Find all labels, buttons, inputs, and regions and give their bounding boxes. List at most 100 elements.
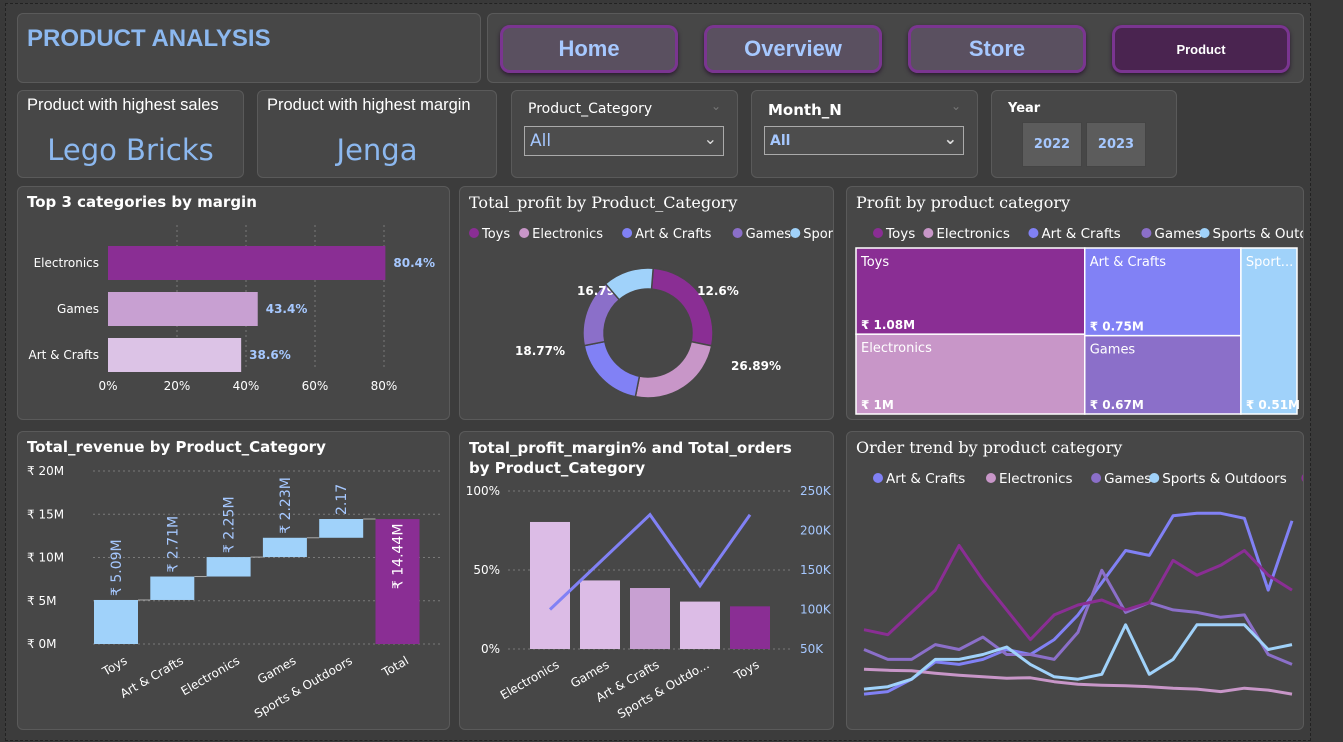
category-label: Electronics (178, 653, 242, 698)
legend-label: Games (1104, 471, 1151, 487)
kpi-label: Product with highest margin (267, 96, 471, 114)
slicer-label: Month_N (768, 101, 842, 119)
treemap-title: Profit by product category (856, 193, 1071, 212)
data-label: ₹ 5.09M (109, 539, 125, 596)
category-label: Toys (99, 653, 129, 679)
bar (630, 588, 670, 649)
bar (108, 246, 386, 280)
tick-label: 40% (233, 379, 260, 393)
tile-label: Toys (860, 255, 889, 270)
tick-label: ₹ 0M (27, 637, 56, 651)
tick-label: 100% (466, 484, 500, 498)
legend-label: Toys (481, 227, 510, 242)
combo-title: Total_profit_margin% and Total_orders by… (469, 439, 792, 477)
slicer-year: Year 2022 2023 (991, 90, 1177, 178)
chevron-down-icon: ⌄ (943, 129, 957, 148)
category-label: Games (57, 302, 99, 316)
slicer-product-category: Product_Category ⌄ All ⌄ (511, 90, 738, 178)
top3-panel: Top 3 categories by margin Electronics 80… (17, 186, 450, 420)
top3-title: Top 3 categories by margin (27, 193, 257, 211)
tick-label: ₹ 5M (27, 594, 56, 608)
tile-value: ₹ 0.51M (1246, 398, 1300, 412)
chevron-down-icon: ⌄ (710, 99, 721, 113)
bar (730, 606, 770, 649)
treemap-panel: Profit by product category Toys Electroni… (846, 186, 1304, 420)
page-title: PRODUCT ANALYSIS (27, 25, 271, 52)
legend-label: Art & Crafts (635, 227, 712, 242)
nav-button-product[interactable]: Product (1112, 25, 1290, 73)
nav-button-store[interactable]: Store (908, 25, 1086, 73)
tick-label: 20% (164, 379, 191, 393)
slicer-label: Year (1008, 101, 1041, 116)
legend-label: Electronics (936, 226, 1010, 242)
legend-marker (790, 228, 801, 238)
waterfall-chart: ₹ 0M ₹ 5M ₹ 10M ₹ 15M ₹ 20M ₹ 5.09M Toys ₹ 2.71… (27, 464, 443, 721)
data-label: ₹ 14.44M (391, 524, 407, 590)
category-label: Total (379, 653, 411, 680)
data-label: 80.4% (393, 256, 435, 270)
category-label: Toys (731, 657, 761, 683)
legend-marker (923, 228, 934, 238)
data-label: 12.6% (697, 284, 739, 298)
kpi-label: Product with highest sales (27, 96, 219, 114)
legend-marker (873, 473, 883, 483)
legend-label: Sports &... (803, 227, 833, 242)
waterfall-bar (319, 519, 364, 538)
nav-button-home[interactable]: Home (500, 25, 678, 73)
category-label: Art & Crafts (29, 348, 99, 362)
tick-label: 0% (481, 642, 500, 656)
data-label: 38.6% (249, 348, 291, 362)
data-label: 24.95% (567, 417, 617, 419)
legend-marker (1091, 473, 1102, 483)
category-dropdown[interactable]: All ⌄ (524, 126, 724, 156)
waterfall-bar (206, 557, 251, 577)
waterfall-bar (94, 599, 138, 644)
tile-value: ₹ 0.75M (1090, 320, 1144, 334)
tick-label: 50K (800, 642, 824, 656)
bar (580, 580, 620, 649)
legend-marker (1199, 228, 1210, 238)
legend-label: Sports & Outdoors (1162, 471, 1287, 487)
legend-label: Games (1154, 226, 1201, 242)
bar (108, 292, 258, 326)
tile-value: ₹ 1M (861, 398, 894, 412)
data-label: 26.89% (731, 359, 781, 373)
donut-slice (650, 267, 714, 347)
category-label: Electronics (498, 657, 562, 702)
tick-label: 250K (800, 484, 832, 498)
year-2022-button[interactable]: 2022 (1022, 122, 1082, 167)
category-label: Art & Crafts (118, 653, 186, 700)
tick-label: 50% (473, 563, 500, 577)
tick-label: 60% (302, 379, 329, 393)
bar (530, 521, 570, 649)
kpi-card-highest-sales: Product with highest sales Lego Bricks (17, 90, 244, 178)
tile-label: Art & Crafts (1090, 255, 1167, 270)
year-2023-button[interactable]: 2023 (1086, 122, 1146, 167)
tick-label: ₹ 20M (27, 464, 64, 478)
data-label: ₹ 2.71M (165, 516, 181, 573)
waterfall-title: Total_revenue by Product_Category (27, 438, 326, 456)
tick-label: ₹ 15M (27, 507, 64, 521)
tile-value: ₹ 0.67M (1090, 398, 1144, 412)
legend-label: Games (746, 227, 792, 242)
trend-title: Order trend by product category (856, 438, 1123, 457)
tick-label: 100K (800, 603, 832, 617)
donut-title: Total_profit by Product_Category (469, 193, 738, 212)
trend-chart: Art & Crafts Electronics Games Sports & Out… (863, 471, 1303, 696)
month-dropdown[interactable]: All ⌄ (764, 126, 964, 155)
tick-label: 0% (98, 379, 117, 393)
combo-chart: 0%50%100%50K100K150K200K250KElectronics G… (466, 484, 832, 721)
waterfall-bar (262, 537, 307, 558)
nav-button-overview[interactable]: Overview (704, 25, 882, 73)
legend-marker (1028, 228, 1039, 238)
tick-label: ₹ 10M (27, 551, 64, 565)
data-label: ₹ 2.23M (278, 477, 294, 534)
legend-marker (873, 228, 883, 238)
slicer-label: Product_Category (528, 101, 653, 117)
legend-marker (1301, 474, 1303, 482)
tile-label: Games (1090, 343, 1136, 358)
legend-marker (519, 228, 530, 238)
tick-label: 150K (800, 563, 832, 577)
tick-label: 80% (371, 379, 398, 393)
category-label: Electronics (34, 256, 99, 270)
